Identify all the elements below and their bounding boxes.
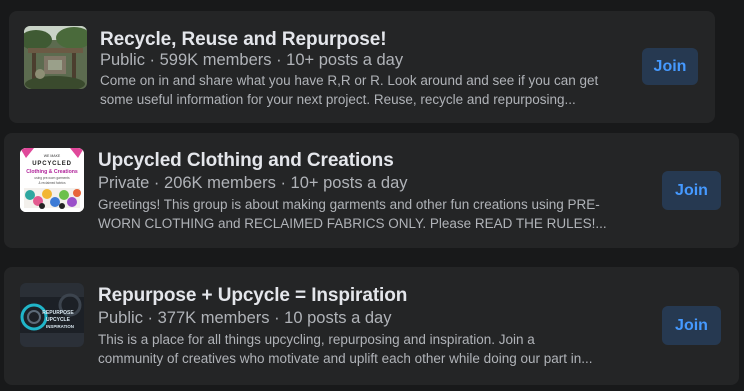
join-button[interactable]: Join	[662, 306, 721, 345]
group-card-upcycled-clothing[interactable]: WE MAKE UPCYCLED Clothing & Creations us…	[4, 133, 739, 248]
thumb-text-line3: INSPIRATION	[46, 324, 74, 329]
group-title[interactable]: Repurpose + Upcycle = Inspiration	[98, 285, 407, 307]
thumb-text-line3: using pre-worn garments	[34, 176, 70, 180]
group-description-line-2: WORN CLOTHING and RECLAIMED FABRICS ONLY…	[98, 216, 607, 231]
repurpose-upcycle-logo-icon: REPURPOSE UPCYCLE INSPIRATION	[20, 283, 84, 347]
thumb-text-line2: UPCYCLE	[46, 317, 71, 323]
group-title[interactable]: Upcycled Clothing and Creations	[98, 150, 394, 172]
group-description-line-1: Come on in and share what you have R,R o…	[100, 73, 599, 88]
thumb-text-line1: REPURPOSE	[42, 310, 74, 316]
group-meta: Public · 599K members · 10+ posts a day	[100, 51, 404, 69]
group-description-line-1: This is a place for all things upcycling…	[98, 332, 535, 347]
group-description-line-1: Greetings! This group is about making ga…	[98, 197, 600, 212]
garden-scene-photo-icon	[24, 26, 87, 89]
group-meta: Public · 377K members · 10 posts a day	[98, 309, 392, 327]
group-title[interactable]: Recycle, Reuse and Repurpose!	[100, 29, 387, 51]
group-description-line-2: some useful information for your next pr…	[100, 92, 576, 107]
group-card-repurpose-upcycle-inspiration[interactable]: REPURPOSE UPCYCLE INSPIRATION Repurpose …	[4, 267, 739, 385]
group-card-recycle-reuse-repurpose[interactable]: Recycle, Reuse and Repurpose! Public · 5…	[9, 11, 715, 123]
group-thumbnail[interactable]: REPURPOSE UPCYCLE INSPIRATION	[20, 283, 84, 347]
group-thumbnail[interactable]	[24, 26, 87, 89]
thumb-text-line4: & reclaimed fabrics	[38, 181, 66, 185]
thumb-text-line2: Clothing & Creations	[26, 169, 78, 175]
join-button[interactable]: Join	[662, 171, 721, 210]
thumb-text-top: WE MAKE	[44, 154, 61, 158]
upcycled-clothing-logo-icon: WE MAKE UPCYCLED Clothing & Creations us…	[20, 148, 84, 212]
thumb-text-line1: UPCYCLED	[32, 161, 71, 167]
group-description-line-2: community of creatives who motivate and …	[98, 351, 593, 366]
group-thumbnail[interactable]: WE MAKE UPCYCLED Clothing & Creations us…	[20, 148, 84, 212]
group-meta: Private · 206K members · 10+ posts a day	[98, 174, 408, 192]
join-button[interactable]: Join	[642, 48, 698, 85]
